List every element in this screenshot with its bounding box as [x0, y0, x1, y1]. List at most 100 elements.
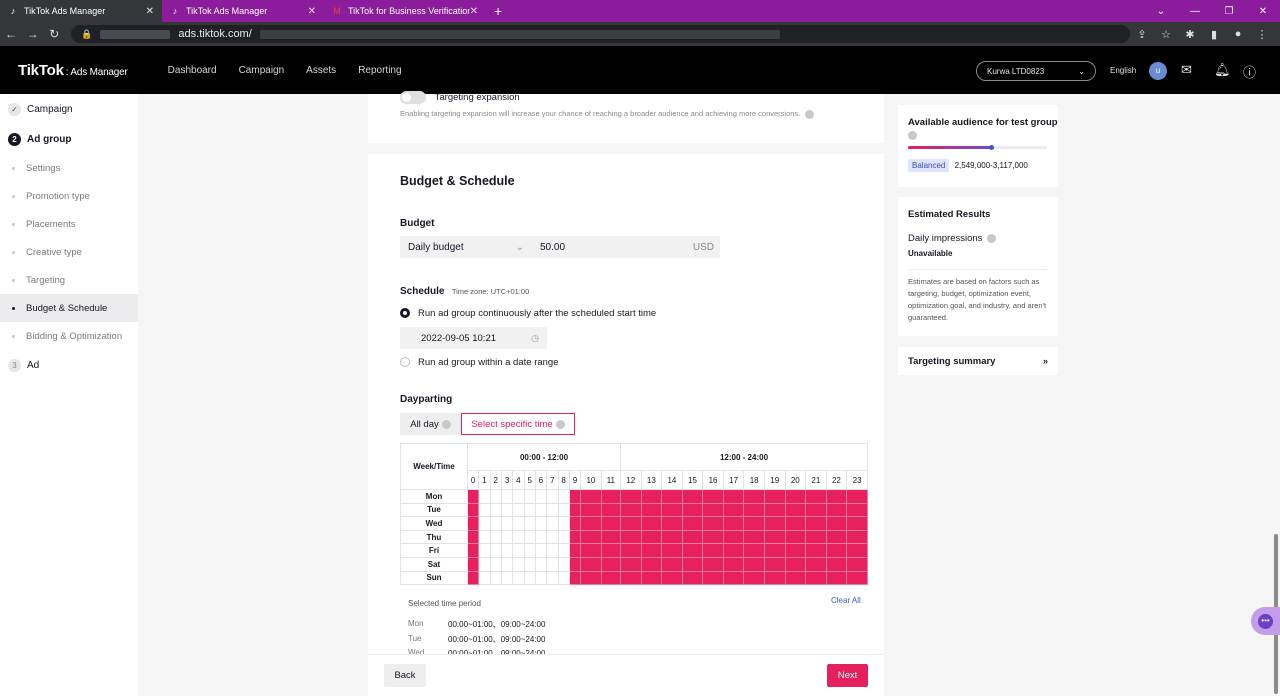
time-slot-cell[interactable] — [825, 502, 848, 518]
time-slot-cell[interactable] — [681, 529, 704, 545]
time-slot-cell[interactable] — [640, 570, 663, 586]
time-slot-cell[interactable] — [600, 489, 622, 504]
time-slot-cell[interactable] — [580, 570, 602, 586]
time-slot-cell[interactable] — [534, 529, 548, 545]
new-tab-icon[interactable]: + — [494, 3, 502, 19]
time-slot-cell[interactable] — [534, 516, 548, 531]
time-slot-cell[interactable] — [568, 502, 582, 518]
time-slot-cell[interactable] — [523, 529, 536, 545]
time-slot-cell[interactable] — [784, 489, 807, 504]
time-slot-cell[interactable] — [805, 570, 827, 586]
sidebar-item-bidding-optimization[interactable]: Bidding & Optimization — [0, 322, 138, 350]
time-slot-cell[interactable] — [846, 529, 868, 545]
time-slot-cell[interactable] — [466, 529, 480, 545]
time-slot-cell[interactable] — [681, 516, 704, 531]
time-slot-cell[interactable] — [568, 570, 582, 586]
close-icon[interactable]: ✕ — [470, 6, 478, 17]
nav-campaign[interactable]: Campaign — [239, 65, 285, 76]
time-slot-cell[interactable] — [580, 489, 602, 504]
time-slot-cell[interactable] — [557, 529, 570, 545]
time-slot-cell[interactable] — [722, 529, 745, 545]
sidebar-item-creative-type[interactable]: Creative type — [0, 238, 138, 266]
time-slot-cell[interactable] — [722, 489, 745, 504]
next-button[interactable]: Next — [827, 664, 868, 687]
time-slot-cell[interactable] — [512, 556, 525, 572]
sidebar-item-placements[interactable]: Placements — [0, 210, 138, 238]
time-slot-cell[interactable] — [546, 570, 559, 586]
time-slot-cell[interactable] — [702, 529, 724, 545]
time-slot-cell[interactable] — [640, 502, 663, 518]
kebab-menu-icon[interactable]: ⋮ — [1250, 28, 1274, 41]
time-slot-cell[interactable] — [640, 543, 663, 558]
time-slot-cell[interactable] — [702, 556, 724, 572]
back-arrow-icon[interactable]: ← — [0, 27, 22, 41]
time-slot-cell[interactable] — [489, 529, 502, 545]
time-slot-cell[interactable] — [489, 489, 502, 504]
time-slot-cell[interactable] — [466, 543, 480, 558]
maximize-icon[interactable]: ❐ — [1212, 6, 1246, 17]
time-slot-cell[interactable] — [500, 543, 514, 558]
time-slot-cell[interactable] — [478, 529, 491, 545]
time-slot-cell[interactable] — [825, 489, 848, 504]
time-slot-cell[interactable] — [546, 502, 559, 518]
chevron-down-icon[interactable]: ⌄ — [1144, 6, 1178, 17]
time-slot-cell[interactable] — [661, 543, 683, 558]
time-slot-cell[interactable] — [478, 516, 491, 531]
all-day-button[interactable]: All day — [400, 413, 461, 435]
chat-bubble[interactable]: ••• — [1251, 607, 1280, 635]
time-slot-cell[interactable] — [784, 502, 807, 518]
step-campaign[interactable]: ✓ Campaign — [0, 94, 138, 124]
time-slot-cell[interactable] — [743, 516, 765, 531]
time-slot-cell[interactable] — [466, 489, 480, 504]
time-slot-cell[interactable] — [722, 570, 745, 586]
back-button[interactable]: Back — [384, 664, 426, 687]
time-slot-cell[interactable] — [512, 502, 525, 518]
time-slot-cell[interactable] — [500, 516, 514, 531]
nav-dashboard[interactable]: Dashboard — [168, 65, 217, 76]
share-icon[interactable]: ⇪ — [1130, 28, 1154, 41]
time-slot-cell[interactable] — [722, 516, 745, 531]
nav-reporting[interactable]: Reporting — [358, 65, 401, 76]
close-window-icon[interactable]: ✕ — [1246, 6, 1280, 17]
time-slot-cell[interactable] — [580, 543, 602, 558]
time-slot-cell[interactable] — [846, 543, 868, 558]
time-slot-cell[interactable] — [489, 543, 502, 558]
time-slot-cell[interactable] — [478, 543, 491, 558]
time-slot-cell[interactable] — [557, 489, 570, 504]
time-slot-cell[interactable] — [825, 516, 848, 531]
time-slot-cell[interactable] — [600, 529, 622, 545]
close-icon[interactable]: ✕ — [308, 6, 316, 17]
time-slot-cell[interactable] — [640, 529, 663, 545]
time-slot-cell[interactable] — [489, 516, 502, 531]
time-slot-cell[interactable] — [557, 543, 570, 558]
bell-icon[interactable]: 🔔︎ — [1214, 62, 1231, 78]
time-slot-cell[interactable] — [534, 543, 548, 558]
time-slot-cell[interactable] — [534, 502, 548, 518]
time-slot-cell[interactable] — [523, 570, 536, 586]
time-slot-cell[interactable] — [489, 570, 502, 586]
time-slot-cell[interactable] — [805, 516, 827, 531]
time-slot-cell[interactable] — [512, 489, 525, 504]
time-slot-cell[interactable] — [600, 570, 622, 586]
time-slot-cell[interactable] — [784, 543, 807, 558]
targeting-expansion-toggle[interactable] — [400, 91, 426, 104]
time-slot-cell[interactable] — [568, 529, 582, 545]
time-slot-cell[interactable] — [702, 502, 724, 518]
sidepanel-icon[interactable]: ▮ — [1202, 28, 1226, 41]
time-slot-cell[interactable] — [600, 543, 622, 558]
question-icon[interactable] — [805, 109, 815, 119]
time-slot-cell[interactable] — [805, 529, 827, 545]
time-slot-cell[interactable] — [600, 502, 622, 518]
budget-amount-input[interactable]: 50.00 USD — [530, 242, 720, 253]
url-input[interactable]: 🔒 ads.tiktok.com/ — [71, 25, 1131, 43]
clear-all-link[interactable]: Clear All — [831, 596, 861, 605]
time-slot-cell[interactable] — [722, 543, 745, 558]
time-slot-cell[interactable] — [661, 489, 683, 504]
time-slot-cell[interactable] — [805, 502, 827, 518]
time-slot-cell[interactable] — [702, 570, 724, 586]
time-slot-cell[interactable] — [640, 489, 663, 504]
language-selector[interactable]: English — [1110, 66, 1136, 75]
time-slot-cell[interactable] — [763, 543, 786, 558]
time-slot-cell[interactable] — [763, 489, 786, 504]
start-time-input[interactable]: 2022-09-05 10:21 ◷ — [400, 327, 547, 349]
